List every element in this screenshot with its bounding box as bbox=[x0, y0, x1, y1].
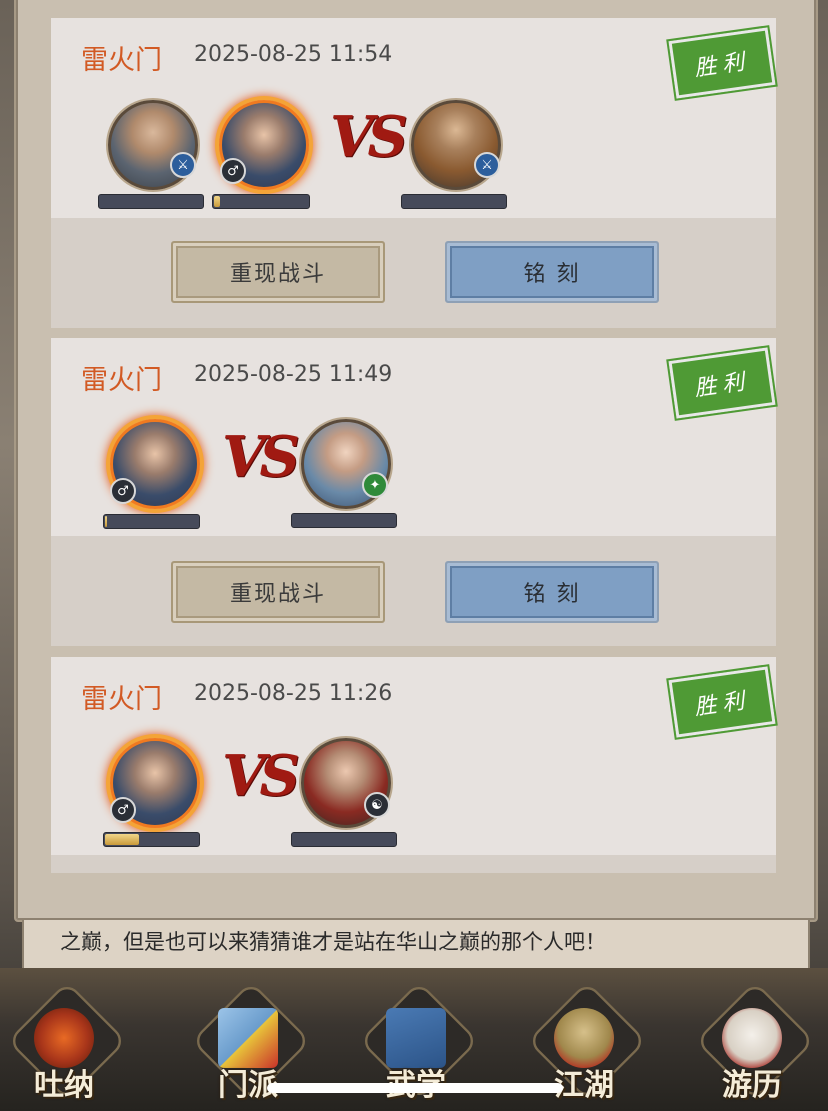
replay-battle-button[interactable]: 重现战斗 bbox=[171, 561, 385, 623]
hp-bar bbox=[401, 194, 507, 209]
vs-label: VS bbox=[222, 424, 300, 490]
card-footer bbox=[51, 855, 776, 873]
sword-icon: ⚔ bbox=[474, 152, 500, 178]
home-indicator[interactable] bbox=[267, 1083, 563, 1093]
hp-bar bbox=[103, 514, 200, 529]
nav-label: 武学 bbox=[356, 1060, 476, 1104]
nav-label: 吐纳 bbox=[34, 1068, 94, 1103]
replay-battle-button[interactable]: 重现战斗 bbox=[171, 241, 385, 303]
engrave-button[interactable]: 铭 刻 bbox=[445, 241, 659, 303]
hp-bar bbox=[103, 832, 200, 847]
male-gender-icon: ♂ bbox=[220, 158, 246, 184]
sect-name: 雷火门 bbox=[81, 45, 162, 76]
battle-time: 2025-08-25 11:54 bbox=[194, 42, 393, 67]
martial-book-icon bbox=[386, 1008, 446, 1068]
card-footer bbox=[51, 536, 776, 646]
card-footer bbox=[51, 218, 776, 328]
vs-label: VS bbox=[330, 104, 408, 170]
hp-bar bbox=[98, 194, 204, 209]
hp-bar bbox=[291, 832, 397, 847]
hp-bar bbox=[291, 513, 397, 528]
nav-item-tuna[interactable]: 吐纳 bbox=[4, 981, 127, 1108]
meditation-icon bbox=[34, 1008, 94, 1068]
male-gender-icon: ♂ bbox=[110, 797, 136, 823]
hp-bar bbox=[212, 194, 310, 209]
male-gender-icon: ♂ bbox=[110, 478, 136, 504]
horse-icon bbox=[722, 1008, 782, 1068]
hp-fill bbox=[214, 196, 220, 207]
nav-label: 游历 bbox=[722, 1068, 782, 1103]
engrave-button[interactable]: 铭 刻 bbox=[445, 561, 659, 623]
battle-time: 2025-08-25 11:26 bbox=[194, 681, 393, 706]
battle-time: 2025-08-25 11:49 bbox=[194, 362, 393, 387]
sword-icon: ⚔ bbox=[170, 152, 196, 178]
story-text: 之巅，但是也可以来猜猜谁才是站在华山之巅的那个人吧！ bbox=[60, 930, 606, 954]
nav-label: 江湖 bbox=[554, 1068, 614, 1103]
bamboo-hat-icon bbox=[554, 1008, 614, 1068]
sect-name: 雷火门 bbox=[81, 365, 162, 396]
hp-fill bbox=[105, 516, 107, 527]
jade-icon: ✦ bbox=[362, 472, 388, 498]
sect-name: 雷火门 bbox=[81, 684, 162, 715]
nav-label: 门派 bbox=[218, 1068, 278, 1103]
hp-fill bbox=[105, 834, 139, 845]
nav-item-youli[interactable]: 游历 bbox=[692, 981, 815, 1108]
sect-flag-icon bbox=[218, 1008, 278, 1068]
vs-label: VS bbox=[222, 743, 300, 809]
dark-icon: ☯ bbox=[364, 792, 390, 818]
